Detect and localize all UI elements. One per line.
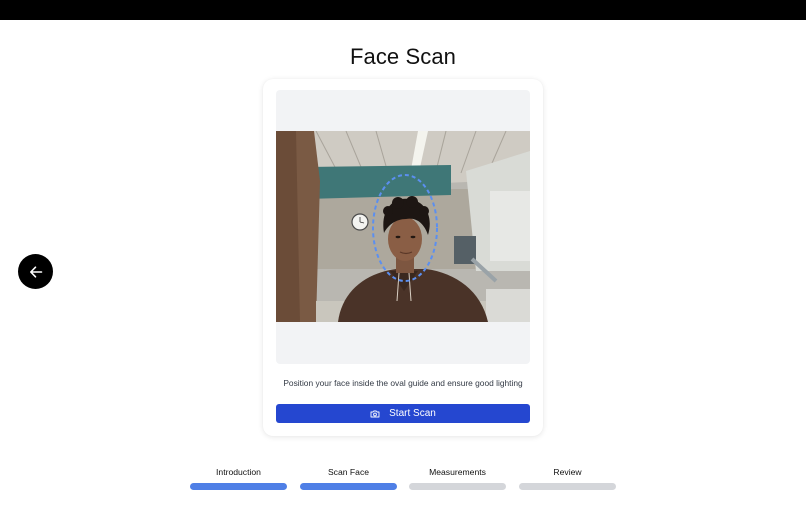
camera-feed (276, 131, 530, 322)
step-progress-bar (300, 483, 397, 490)
scan-card: Position your face inside the oval guide… (263, 79, 543, 436)
step-label: Measurements (429, 467, 486, 477)
step-progress-bar (190, 483, 287, 490)
step-label: Introduction (216, 467, 261, 477)
scan-instruction: Position your face inside the oval guide… (283, 378, 523, 388)
start-scan-label: Start Scan (389, 408, 436, 419)
step-label: Scan Face (327, 467, 370, 477)
step-label: Review (553, 467, 582, 477)
back-button[interactable] (18, 254, 53, 289)
top-bar (0, 0, 806, 20)
start-scan-button[interactable]: Start Scan (276, 404, 530, 423)
step-progress-bar (519, 483, 616, 490)
page-title: Face Scan (349, 44, 457, 69)
arrow-left-icon (29, 265, 42, 278)
step-progress-bar (409, 483, 506, 490)
camera-icon (370, 410, 380, 417)
step-scan-face: Scan Face (300, 466, 397, 492)
step-review: Review (519, 466, 616, 492)
step-introduction: Introduction (190, 466, 287, 492)
camera-frame (276, 90, 530, 364)
step-measurements: Measurements (409, 466, 506, 492)
progress-stepper: Introduction Scan Face Measurements Revi… (190, 466, 616, 492)
